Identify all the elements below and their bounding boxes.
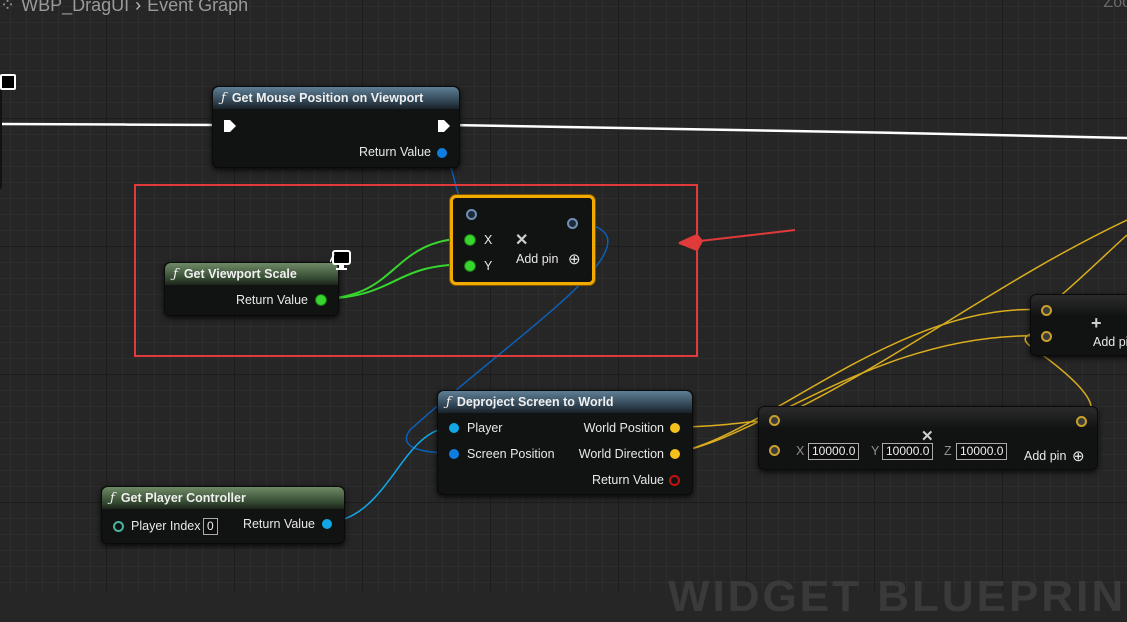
exec-out-pin[interactable] (437, 119, 451, 138)
add-pin-label[interactable]: Add pi (1093, 335, 1127, 349)
exec-wire-out (449, 123, 1127, 140)
function-icon: ƒ (221, 90, 226, 106)
node-title: Deproject Screen to World (456, 395, 614, 409)
function-icon: ƒ (446, 394, 451, 410)
return-value-label: Return Value (242, 517, 315, 531)
return-value-label: Return Value (358, 145, 431, 159)
node-title: Get Mouse Position on Viewport (231, 91, 424, 105)
node-get-player-controller[interactable]: ƒ Get Player Controller Player Index 0 Re… (101, 486, 345, 544)
return-value-pin[interactable] (669, 475, 680, 486)
z-label: Z (944, 444, 952, 458)
monitor-icon-left (0, 74, 16, 90)
plus-icon: + (1091, 313, 1102, 333)
node-deproject-screen-to-world[interactable]: ƒ Deproject Screen to World Player Screen… (437, 390, 693, 495)
world-direction-label: World Direction (578, 447, 664, 461)
node-make-vector[interactable]: ✕ X 10000.0 Y 10000.0 Z 10000.0 Add pin … (758, 406, 1098, 470)
return-value-pin[interactable] (322, 519, 332, 529)
output-pin[interactable] (1076, 416, 1087, 427)
node-add[interactable]: + Add pi (1030, 294, 1127, 356)
player-pin[interactable] (449, 423, 459, 433)
return-value-label: Return Value (591, 473, 664, 487)
y-input[interactable]: 10000.0 (882, 443, 934, 460)
input-pin-a[interactable] (1041, 305, 1052, 316)
player-index-pin[interactable] (113, 521, 124, 532)
add-pin-label[interactable]: Add pin (1024, 449, 1066, 463)
highlight-box (134, 184, 698, 357)
function-icon: ƒ (110, 490, 115, 506)
input-pin-top[interactable] (769, 415, 780, 426)
screen-position-pin[interactable] (449, 449, 459, 459)
input-pin-b[interactable] (1041, 331, 1052, 342)
player-label: Player (467, 421, 503, 435)
world-direction-pin[interactable] (670, 449, 680, 459)
node-get-mouse-position[interactable]: ƒ Get Mouse Position on Viewport Return V… (212, 86, 460, 168)
left-node-edge (0, 80, 2, 190)
player-index-input[interactable]: 0 (203, 518, 218, 535)
player-index-label: Player Index (131, 519, 201, 533)
input-pin-bottom[interactable] (769, 445, 780, 456)
y-label: Y (871, 444, 880, 458)
return-value-pin[interactable] (437, 148, 447, 158)
x-label: X (796, 444, 805, 458)
exec-wire-in (0, 122, 223, 127)
node-title: Get Player Controller (120, 491, 246, 505)
world-position-label: World Position (583, 421, 664, 435)
x-input[interactable]: 10000.0 (808, 443, 860, 460)
z-input[interactable]: 10000.0 (956, 443, 1008, 460)
screen-position-label: Screen Position (467, 447, 555, 461)
exec-in-pin[interactable] (223, 119, 237, 138)
add-pin-icon[interactable]: ⊕ (1072, 447, 1085, 465)
world-position-pin[interactable] (670, 423, 680, 433)
